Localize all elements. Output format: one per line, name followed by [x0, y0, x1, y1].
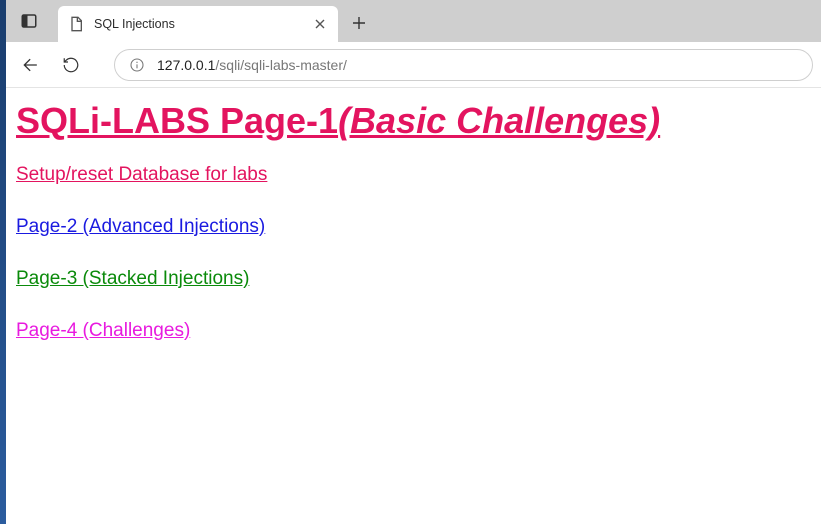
- page-content: SQLi-LABS Page-1(Basic Challenges) Setup…: [6, 88, 821, 524]
- browser-window: SQL Injections: [6, 0, 821, 524]
- url-text: 127.0.0.1/sqli/sqli-labs-master/: [157, 57, 347, 73]
- back-button[interactable]: [14, 48, 48, 82]
- info-icon: [129, 57, 145, 73]
- link-page-3[interactable]: Page-3 (Stacked Injections): [16, 268, 249, 290]
- tab-close-button[interactable]: [312, 16, 328, 32]
- link-setup-database[interactable]: Setup/reset Database for labs: [16, 164, 267, 186]
- link-page-2[interactable]: Page-2 (Advanced Injections): [16, 216, 265, 238]
- address-bar[interactable]: 127.0.0.1/sqli/sqli-labs-master/: [114, 49, 813, 81]
- page-icon: [68, 16, 84, 32]
- url-path: /sqli/sqli-labs-master/: [215, 57, 346, 73]
- link-page-4[interactable]: Page-4 (Challenges): [16, 320, 190, 342]
- refresh-icon: [62, 56, 80, 74]
- tab-actions-icon: [20, 12, 38, 30]
- title-main: SQLi-LABS Page-1: [16, 100, 338, 141]
- page-title: SQLi-LABS Page-1(Basic Challenges): [16, 100, 811, 142]
- close-icon: [315, 19, 325, 29]
- plus-icon: [352, 16, 366, 30]
- arrow-left-icon: [21, 55, 41, 75]
- browser-tab[interactable]: SQL Injections: [58, 6, 338, 42]
- title-subtitle: (Basic Challenges): [338, 100, 660, 141]
- refresh-button[interactable]: [54, 48, 88, 82]
- url-host: 127.0.0.1: [157, 57, 215, 73]
- tab-actions-button[interactable]: [6, 0, 52, 42]
- new-tab-button[interactable]: [342, 6, 376, 40]
- tab-title: SQL Injections: [94, 17, 302, 31]
- toolbar: 127.0.0.1/sqli/sqli-labs-master/: [6, 42, 821, 88]
- tab-strip: SQL Injections: [6, 0, 821, 42]
